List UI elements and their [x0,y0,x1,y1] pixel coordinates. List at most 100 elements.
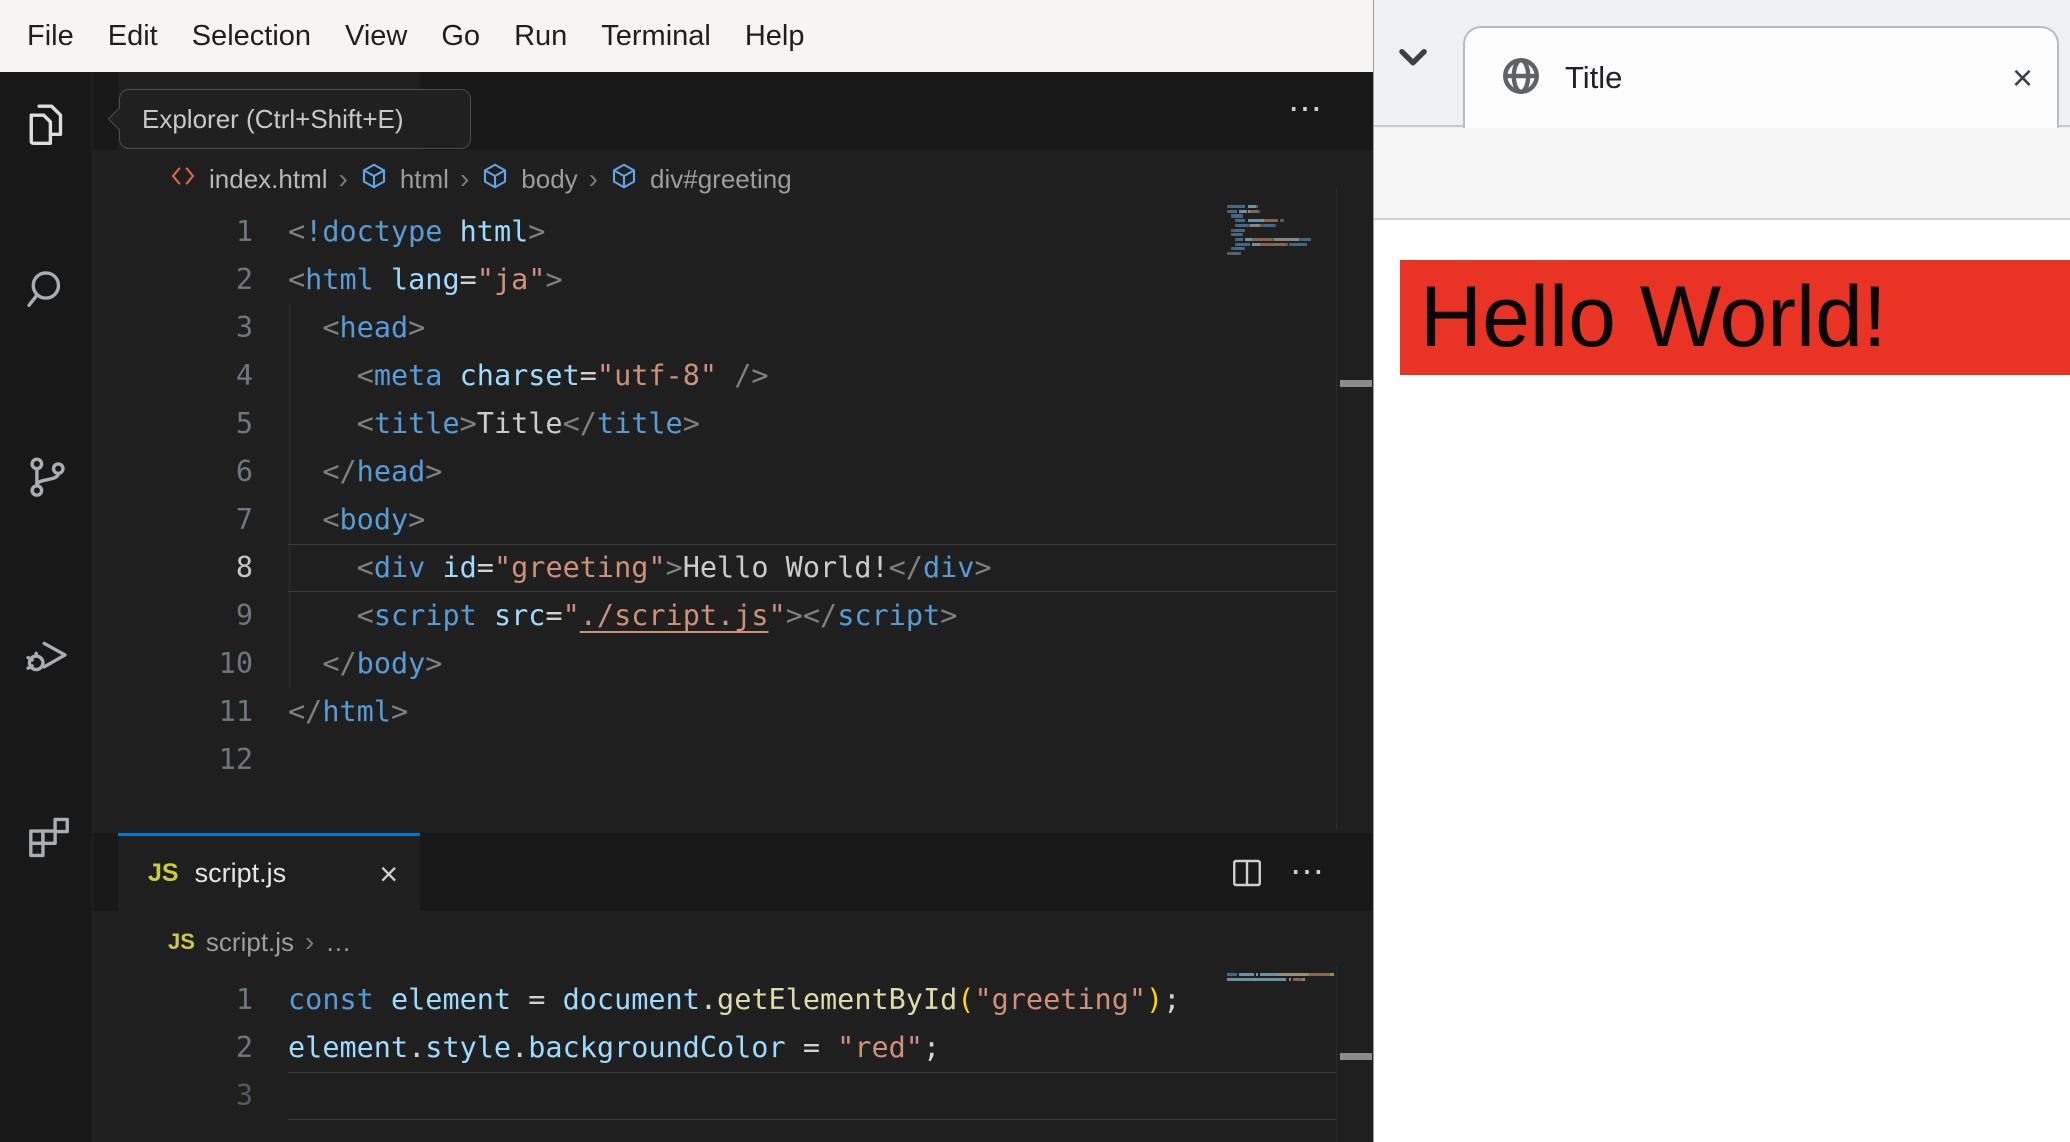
line-number[interactable]: 1 [93,976,253,1024]
js-file-icon: JS [168,929,195,954]
code-line[interactable]: 1 <!doctype html> [93,208,1337,256]
menu-run[interactable]: Run [497,20,584,53]
menu-selection[interactable]: Selection [175,20,328,53]
line-number[interactable]: 8 [93,544,253,592]
menu-help[interactable]: Help [728,20,822,53]
code-line[interactable]: 3 <head> [93,304,1337,352]
minimap-mark [1235,247,1244,251]
minimap[interactable] [1227,205,1335,269]
code-line[interactable]: 6 </head> [93,448,1337,496]
screen: File Edit Selection View Go Run Terminal… [0,0,2070,1142]
breadcrumb-file[interactable]: index.html [209,164,328,195]
line-text [288,736,1337,784]
code-line[interactable]: 10 </body> [93,640,1337,688]
source-control-icon[interactable] [20,450,74,504]
extensions-icon[interactable] [20,805,74,859]
breadcrumb-html[interactable]: html [400,164,449,195]
code-line[interactable]: 7 <body> [93,496,1337,544]
minimap-mark [1235,228,1244,232]
minimap-mark [1227,973,1238,977]
line-number[interactable]: 3 [93,304,253,352]
line-number[interactable]: 2 [93,1024,253,1072]
code-line[interactable]: 1 const element = document.getElementById… [93,976,1337,1024]
run-and-debug-icon[interactable] [20,625,74,679]
minimap-mark [1274,237,1299,242]
line-text: </head> [322,455,443,488]
split-editor-icon[interactable] [1228,855,1266,896]
code-file-icon [168,161,198,198]
line-number[interactable]: 1 [93,208,253,256]
menu-terminal[interactable]: Terminal [584,20,728,53]
line-number[interactable]: 5 [93,400,253,448]
code-line[interactable]: 9 <script src="./script.js"></script> [93,592,1337,640]
breadcrumb-body[interactable]: body [521,164,577,195]
code-line[interactable]: 3 [93,1072,1337,1120]
indent-guide [289,304,290,688]
line-number[interactable]: 7 [93,496,253,544]
breadcrumb-div-greeting[interactable]: div#greeting [650,164,792,195]
minimap-mark [1255,973,1258,977]
minimap-mark [1239,252,1242,256]
line-text: <title>Title</title> [356,407,700,440]
minimap-mark [1263,223,1275,227]
scrollbar[interactable] [1336,966,1373,1142]
minimap-mark [1309,237,1312,242]
menu-view[interactable]: View [328,20,424,53]
close-icon[interactable]: × [2012,60,2033,96]
minimap-mark [1243,977,1254,981]
overview-cursor-marker [1340,380,1372,387]
explorer-icon[interactable] [20,96,74,150]
js-code-area[interactable]: 1 const element = document.getElementById… [93,976,1337,1142]
line-number[interactable]: 6 [93,448,253,496]
minimap-mark [1229,205,1246,209]
html-code-area[interactable]: 1 <!doctype html> 2 <html lang="ja"> 3 <head… [93,208,1337,784]
minimap-mark [1261,242,1285,246]
line-text: </body> [322,647,443,680]
breadcrumb-file[interactable]: script.js [206,927,294,958]
line-number[interactable]: 3 [93,1072,253,1120]
code-line[interactable]: 2 element.style.backgroundColor = "red"; [93,1024,1337,1072]
code-line[interactable]: 2 <html lang="ja"> [93,256,1337,304]
line-number[interactable]: 9 [93,592,253,640]
tab-script-js[interactable]: JS script.js × [118,833,420,911]
line-text: <body> [322,503,426,536]
minimap-mark [1309,973,1330,977]
browser-tab[interactable]: Title × [1463,26,2059,128]
line-number[interactable]: 11 [93,688,253,736]
menu-edit[interactable]: Edit [91,20,175,53]
minimap[interactable] [1227,973,1335,991]
line-text: <head> [322,311,426,344]
minimap-mark [1249,223,1260,227]
more-actions-icon[interactable]: ⋯ [1290,855,1326,889]
code-line[interactable]: 12 [93,736,1337,784]
line-text: <!doctype html> [288,215,546,248]
code-line[interactable]: 4 <meta charset="utf-8" /> [93,352,1337,400]
minimap-mark [1251,237,1273,242]
line-number[interactable]: 12 [93,736,253,784]
minimap-mark [1229,209,1238,213]
code-line[interactable]: 8 <div id="greeting">Hello World!</div> [93,544,1337,592]
greeting-div: Hello World! [1400,260,2070,375]
menu-file[interactable]: File [10,20,91,53]
line-number[interactable]: 2 [93,256,253,304]
code-line[interactable]: 5 <title>Title</title> [93,400,1337,448]
line-number[interactable]: 4 [93,352,253,400]
browser-window: Title × ファイル /home/u [1373,0,2070,1142]
more-actions-icon[interactable]: ⋯ [1288,92,1324,126]
code-line[interactable]: 11 </html> [93,688,1337,736]
minimap-mark [1233,233,1242,237]
close-icon[interactable]: × [379,858,398,890]
line-number[interactable]: 10 [93,640,253,688]
scrollbar[interactable] [1336,188,1373,830]
breadcrumb-symbol[interactable]: … [325,927,351,958]
chevron-down-icon[interactable] [1394,42,1432,79]
minimap-mark [1241,233,1244,237]
tab-label: script.js [194,858,287,888]
minimap-mark [1259,973,1277,977]
chevron-right-icon: › [588,163,598,194]
minimap-mark [1274,223,1277,227]
menu-go[interactable]: Go [424,20,497,53]
minimap-mark [1302,977,1305,981]
minimap-mark [1331,973,1334,977]
search-icon[interactable] [20,263,74,317]
